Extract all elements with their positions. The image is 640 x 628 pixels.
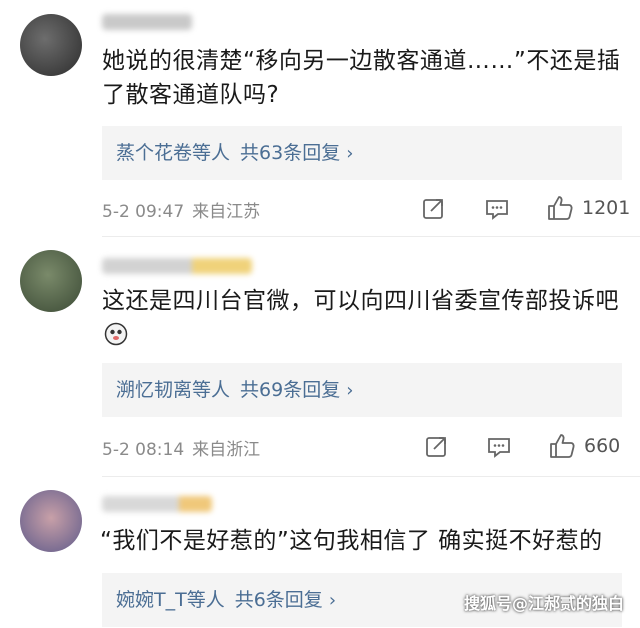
watermark: 搜狐号@江郝贰的独白: [463, 594, 624, 613]
reply-users: 蒸个花卷等人: [116, 142, 231, 164]
comment-date: 5-2 09:47: [102, 202, 185, 222]
comment-text: 她说的很清楚“移向另一边散客通道……”不还是插了散客通道队吗?: [102, 48, 621, 108]
comment-meta: 5-2 09:47 来自江苏: [102, 197, 260, 222]
username-blurred[interactable]: [102, 496, 212, 512]
username-blurred[interactable]: [102, 14, 192, 30]
comment-icon[interactable]: [484, 196, 510, 222]
avatar[interactable]: [20, 14, 82, 76]
comment-text: 这还是四川台官微，可以向四川省委宣传部投诉吧: [102, 284, 622, 352]
like-count: 660: [584, 435, 621, 457]
share-icon[interactable]: [424, 434, 450, 460]
comment-text: “我们不是好惹的”这句我相信了 确实挺不好惹的: [100, 528, 603, 554]
username-blurred[interactable]: [102, 258, 252, 274]
reply-count: 共69条回复: [240, 379, 341, 401]
share-icon[interactable]: [421, 196, 447, 222]
chevron-right-icon: ›: [346, 143, 354, 164]
comment-item: 这还是四川台官微，可以向四川省委宣传部投诉吧 溯忆韧离等人 共69条回复 › 5-2…: [0, 236, 640, 476]
comment-text-content: 这还是四川台官微，可以向四川省委宣传部投诉吧: [102, 288, 619, 314]
comment-date: 5-2 08:14: [102, 440, 185, 460]
comment-icon[interactable]: [486, 434, 512, 460]
comment-location: 来自江苏: [192, 202, 261, 222]
reply-count: 共6条回复: [234, 589, 323, 611]
avatar[interactable]: [20, 250, 82, 312]
like-icon[interactable]: [546, 194, 574, 222]
comment-location: 来自浙江: [192, 440, 261, 460]
chevron-right-icon: ›: [346, 380, 354, 401]
reply-users: 婉婉T_T等人: [116, 589, 225, 611]
doge-emoji-icon: [104, 322, 128, 346]
reply-count: 共63条回复: [240, 142, 341, 164]
avatar[interactable]: [20, 490, 82, 552]
chevron-right-icon: ›: [328, 590, 337, 611]
like-count: 1201: [582, 197, 631, 219]
reply-summary[interactable]: 溯忆韧离等人 共69条回复 ›: [102, 363, 622, 417]
reply-summary[interactable]: 蒸个花卷等人 共63条回复 ›: [102, 126, 622, 180]
comment-meta: 5-2 08:14 来自浙江: [102, 435, 260, 460]
like-icon[interactable]: [548, 432, 576, 460]
reply-users: 溯忆韧离等人: [116, 379, 231, 401]
comment-item: 她说的很清楚“移向另一边散客通道……”不还是插了散客通道队吗? 蒸个花卷等人 共6…: [0, 0, 640, 236]
